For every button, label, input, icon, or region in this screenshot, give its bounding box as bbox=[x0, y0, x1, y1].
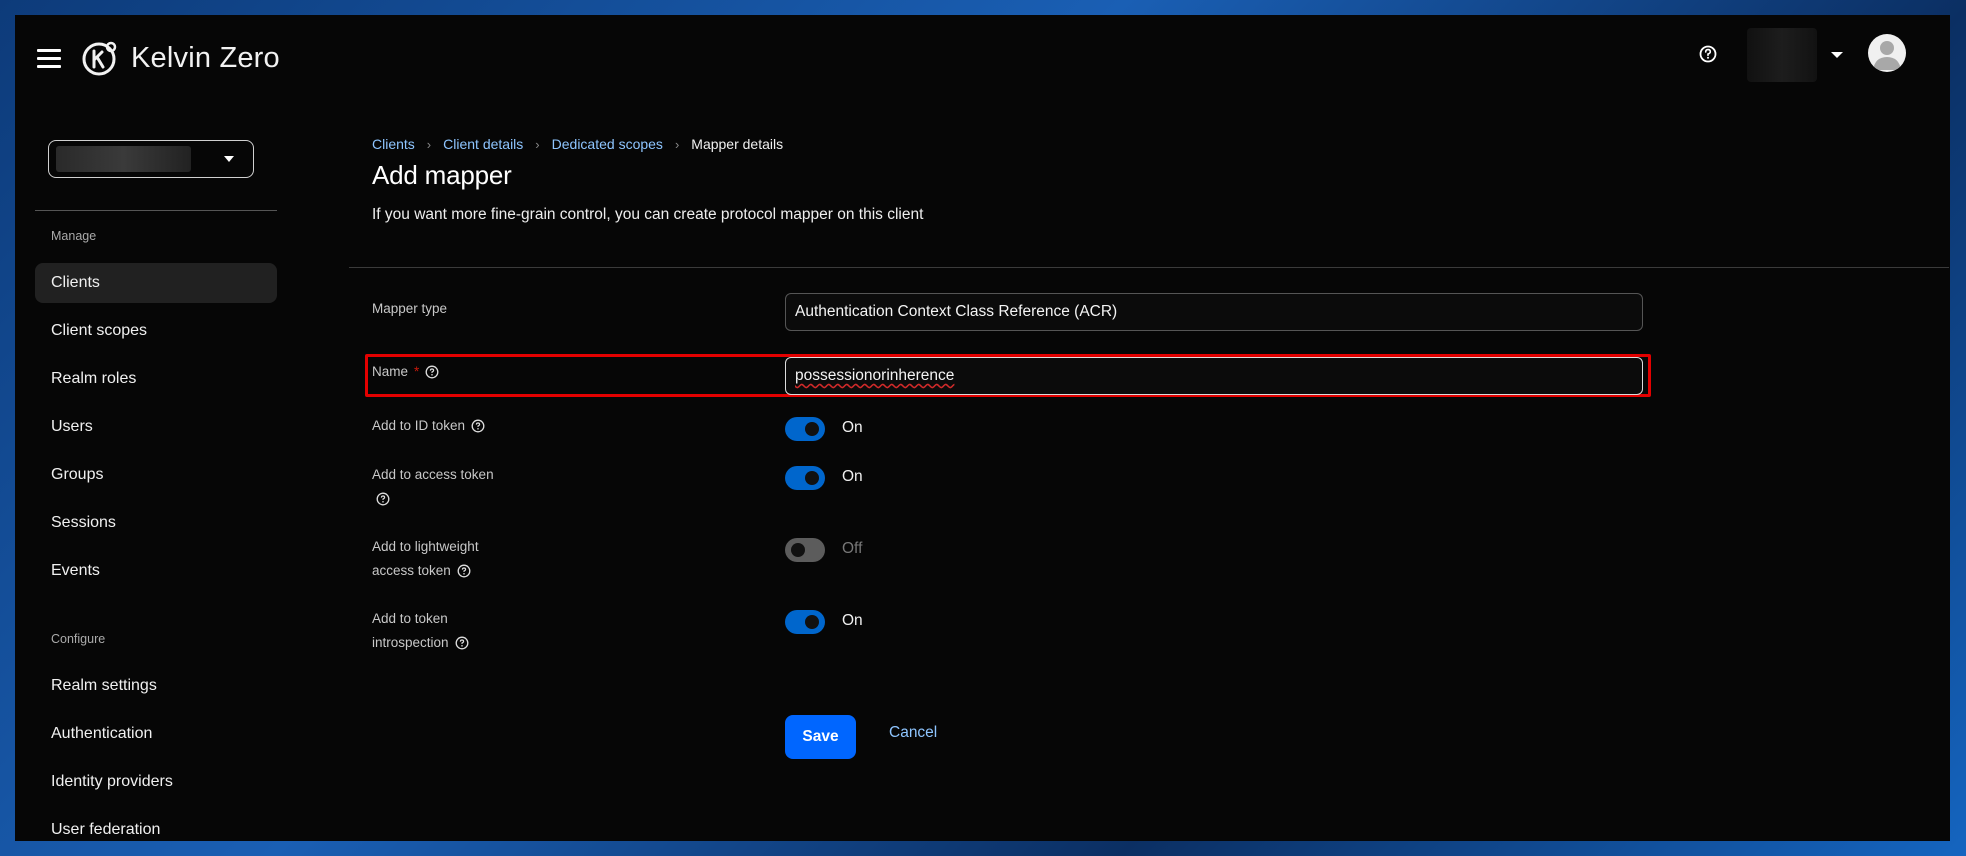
access-token-label: Add to access token bbox=[372, 463, 494, 511]
chevron-right-icon: › bbox=[426, 136, 432, 152]
id-token-state: On bbox=[842, 419, 863, 436]
sidebar-item-users[interactable]: Users bbox=[35, 407, 277, 447]
lightweight-token-label: Add to lightweight access token bbox=[372, 535, 479, 583]
lightweight-label-line2: access token bbox=[372, 563, 451, 578]
introspection-label: Add to token introspection bbox=[372, 607, 469, 655]
help-circle-icon[interactable] bbox=[376, 492, 390, 506]
sidebar-item-events[interactable]: Events bbox=[35, 551, 277, 591]
access-token-state: On bbox=[842, 468, 863, 485]
sidebar-item-authentication[interactable]: Authentication bbox=[35, 714, 277, 754]
lightweight-token-switch[interactable] bbox=[785, 538, 825, 562]
chevron-right-icon: › bbox=[535, 136, 540, 152]
switch-knob bbox=[805, 615, 819, 629]
app-window: Kelvin Zero Manage Clients Client scopes… bbox=[15, 15, 1950, 841]
lightweight-token-state: Off bbox=[842, 540, 863, 557]
sidebar-item-groups[interactable]: Groups bbox=[35, 455, 277, 495]
introspection-label-line2: introspection bbox=[372, 635, 449, 650]
section-divider bbox=[349, 267, 1949, 268]
main-content: Clients › Client details › Dedicated sco… bbox=[277, 105, 1950, 841]
breadcrumb-clients[interactable]: Clients bbox=[372, 136, 415, 152]
breadcrumb: Clients › Client details › Dedicated sco… bbox=[372, 136, 783, 152]
username-redacted bbox=[1747, 28, 1817, 82]
brand-name: Kelvin Zero bbox=[131, 41, 280, 74]
sidebar-item-user-federation[interactable]: User federation bbox=[35, 810, 277, 841]
mapper-type-label: Mapper type bbox=[372, 301, 448, 316]
required-asterisk: * bbox=[414, 364, 420, 379]
help-circle-icon[interactable] bbox=[425, 365, 439, 379]
breadcrumb-dedicated-scopes[interactable]: Dedicated scopes bbox=[552, 136, 663, 152]
page-title: Add mapper bbox=[372, 160, 512, 190]
introspection-state: On bbox=[842, 612, 863, 629]
access-token-switch[interactable] bbox=[785, 466, 825, 490]
masthead: Kelvin Zero bbox=[15, 15, 1950, 105]
hamburger-icon[interactable] bbox=[37, 49, 61, 69]
cancel-button[interactable]: Cancel bbox=[889, 724, 937, 742]
id-token-switch[interactable] bbox=[785, 417, 825, 441]
switch-knob bbox=[791, 543, 805, 557]
sidebar-item-realm-settings[interactable]: Realm settings bbox=[35, 666, 277, 706]
chevron-down-icon bbox=[1831, 52, 1843, 58]
switch-knob bbox=[805, 471, 819, 485]
sidebar: Manage Clients Client scopes Realm roles… bbox=[15, 105, 277, 841]
help-circle-icon[interactable] bbox=[471, 419, 485, 433]
name-label-text: Name bbox=[372, 364, 409, 379]
user-menu-toggle[interactable] bbox=[1747, 28, 1855, 82]
sidebar-section-configure: Configure bbox=[51, 632, 106, 646]
help-circle-icon[interactable] bbox=[457, 564, 471, 578]
help-circle-icon[interactable] bbox=[1697, 43, 1719, 65]
chevron-right-icon: › bbox=[674, 136, 680, 152]
sidebar-item-realm-roles[interactable]: Realm roles bbox=[35, 359, 277, 399]
sidebar-item-identity-providers[interactable]: Identity providers bbox=[35, 762, 277, 802]
sidebar-item-client-scopes[interactable]: Client scopes bbox=[35, 311, 277, 351]
lightweight-label-line1: Add to lightweight bbox=[372, 539, 479, 554]
sidebar-item-clients[interactable]: Clients bbox=[35, 263, 277, 303]
user-avatar-icon[interactable] bbox=[1868, 34, 1906, 72]
sidebar-section-manage: Manage bbox=[51, 229, 97, 243]
introspection-switch[interactable] bbox=[785, 610, 825, 634]
id-token-label-text: Add to ID token bbox=[372, 418, 466, 433]
save-button[interactable]: Save bbox=[785, 715, 856, 759]
name-input[interactable]: possessionorinherence bbox=[785, 357, 1643, 395]
id-token-label: Add to ID token bbox=[372, 414, 485, 438]
chevron-down-icon bbox=[224, 156, 234, 162]
brand-logo[interactable]: Kelvin Zero bbox=[81, 39, 280, 77]
realm-name-redacted bbox=[56, 146, 191, 172]
breadcrumb-current: Mapper details bbox=[691, 136, 784, 152]
kelvin-zero-logo-icon bbox=[82, 41, 117, 76]
name-label: Name * bbox=[372, 360, 439, 384]
sidebar-divider bbox=[35, 210, 277, 211]
introspection-label-line1: Add to token bbox=[372, 611, 448, 626]
page-description: If you want more fine-grain control, you… bbox=[372, 206, 924, 223]
realm-selector[interactable] bbox=[48, 140, 254, 178]
mapper-type-field: Authentication Context Class Reference (… bbox=[785, 293, 1643, 331]
switch-knob bbox=[805, 422, 819, 436]
sidebar-item-sessions[interactable]: Sessions bbox=[35, 503, 277, 543]
breadcrumb-client-details[interactable]: Client details bbox=[443, 136, 523, 152]
access-token-label-text: Add to access token bbox=[372, 467, 494, 482]
help-circle-icon[interactable] bbox=[455, 636, 469, 650]
